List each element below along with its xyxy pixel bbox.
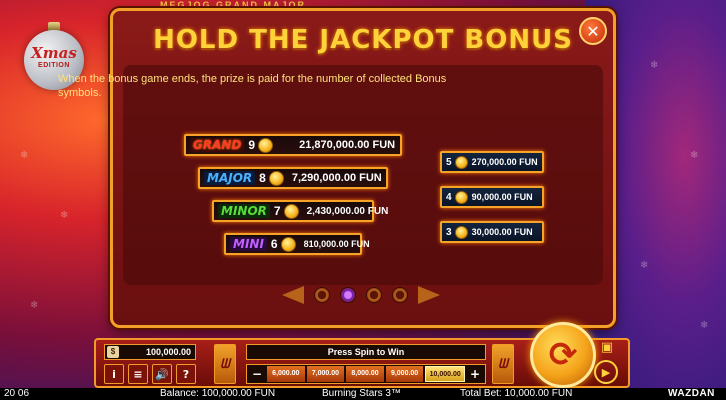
wallet-icon: $ bbox=[107, 346, 119, 358]
page-navigation bbox=[282, 286, 440, 304]
ornament-subtitle: EDITION bbox=[38, 62, 70, 69]
balance-display: $ 100,000.00 bbox=[104, 344, 196, 360]
spin-button[interactable]: ⟳ bbox=[530, 322, 596, 388]
jackpot-row-minor: MINOR 7 2,430,000.00 FUN bbox=[212, 200, 388, 222]
jackpot-value: 7,290,000.00 FUN bbox=[291, 172, 382, 184]
jackpot-count: 7 bbox=[273, 204, 281, 218]
snowflake-icon: ❄ bbox=[60, 210, 69, 221]
jackpot-value: 21,870,000.00 FUN bbox=[299, 139, 396, 151]
snowflake-icon: ❄ bbox=[650, 60, 659, 71]
play-icon: ▶ bbox=[601, 365, 611, 379]
bet-option[interactable]: 9,000.00 bbox=[385, 366, 424, 382]
prize-row-4: 4 90,000.00 FUN bbox=[440, 186, 544, 208]
prize-value: 270,000.00 FUN bbox=[471, 157, 538, 167]
page-dot-active[interactable] bbox=[340, 287, 356, 303]
snowflake-icon: ❄ bbox=[30, 300, 39, 311]
jackpot-value: 2,430,000.00 FUN bbox=[306, 205, 389, 217]
snowflake-icon: ❄ bbox=[690, 150, 699, 161]
prize-count: 5 bbox=[446, 156, 452, 168]
wazdan-logo: WAZDAN bbox=[668, 388, 715, 399]
footer-total-bet: Total Bet: 10,000.00 FUN bbox=[460, 388, 573, 399]
jackpot-count: 6 bbox=[270, 237, 278, 251]
help-button[interactable]: ? bbox=[176, 364, 196, 384]
jackpot-row-mini: MINI 6 810,000.00 FUN bbox=[224, 233, 370, 255]
bet-option[interactable]: 8,000.00 bbox=[346, 366, 384, 382]
bet-option[interactable]: 6,000.00 bbox=[267, 366, 305, 382]
prev-page-arrow-icon[interactable] bbox=[282, 286, 304, 304]
menu-button[interactable]: ≡ bbox=[128, 364, 148, 384]
coin-icon bbox=[280, 236, 296, 252]
game-name: Burning Stars 3™ bbox=[322, 388, 401, 399]
bet-minus-button[interactable]: − bbox=[249, 366, 265, 382]
jackpot-count: 9 bbox=[248, 138, 256, 152]
page-dot[interactable] bbox=[392, 287, 408, 303]
close-icon: ✕ bbox=[586, 21, 600, 41]
panel-title: HOLD THE JACKPOT BONUS bbox=[153, 25, 573, 55]
jackpot-row-grand: GRAND 9 21,870,000.00 FUN bbox=[184, 134, 402, 156]
wing-left-icon: ᗯ bbox=[220, 356, 230, 372]
jackpot-label: GRAND bbox=[190, 138, 245, 152]
coin-icon bbox=[454, 190, 468, 204]
prize-value: 90,000.00 FUN bbox=[471, 192, 533, 202]
speaker-icon: 🔊 bbox=[155, 367, 169, 381]
prize-row-5: 5 270,000.00 FUN bbox=[440, 151, 544, 173]
ornament-title: Xmas bbox=[31, 44, 77, 62]
bet-decrease-wing-button[interactable]: ᗯ bbox=[214, 344, 236, 384]
snowflake-icon: ❄ bbox=[640, 260, 649, 271]
bet-option[interactable]: 7,000.00 bbox=[306, 366, 345, 382]
next-page-arrow-icon[interactable] bbox=[418, 286, 440, 304]
close-button[interactable]: ✕ bbox=[579, 17, 607, 45]
snowflake-icon: ❄ bbox=[700, 320, 709, 331]
jackpot-label: MINI bbox=[230, 237, 267, 251]
page-dot[interactable] bbox=[314, 287, 330, 303]
prize-value: 30,000.00 FUN bbox=[471, 227, 533, 237]
prize-row-3: 3 30,000.00 FUN bbox=[440, 221, 544, 243]
jackpot-count: 8 bbox=[259, 171, 266, 185]
prize-count: 3 bbox=[446, 226, 452, 238]
menu-icon: ≡ bbox=[133, 367, 143, 381]
footer-balance: Balance: 100,000.00 FUN bbox=[160, 388, 276, 399]
jackpot-value: 810,000.00 FUN bbox=[303, 239, 370, 249]
status-footer: 20 06 Balance: 100,000.00 FUN Burning St… bbox=[0, 388, 726, 400]
bet-plus-button[interactable]: + bbox=[467, 366, 483, 382]
wing-right-icon: ᗯ bbox=[498, 356, 508, 372]
sound-button[interactable]: 🔊 bbox=[152, 364, 172, 384]
bonus-description: When the bonus game ends, the prize is p… bbox=[58, 73, 447, 99]
snowflake-icon: ❄ bbox=[20, 150, 29, 161]
coin-icon bbox=[454, 155, 468, 169]
bet-option-selected[interactable]: 10,000.00 bbox=[425, 366, 465, 382]
balance-amount: 100,000.00 bbox=[145, 347, 191, 357]
autoplay-button[interactable]: ▣ bbox=[596, 340, 618, 358]
clock: 20 06 bbox=[4, 388, 30, 399]
info-icon: i bbox=[112, 367, 116, 381]
jackpot-label: MAJOR bbox=[204, 171, 256, 185]
autoplay-icon: ▣ bbox=[600, 340, 614, 355]
help-icon: ? bbox=[182, 367, 190, 381]
info-button[interactable]: i bbox=[104, 364, 124, 384]
jackpot-label: MINOR bbox=[218, 204, 270, 218]
coin-icon bbox=[454, 225, 468, 239]
coin-icon bbox=[258, 137, 274, 153]
spin-arrows-icon: ⟳ bbox=[548, 335, 578, 375]
bet-selector: − 6,000.00 7,000.00 8,000.00 9,000.00 10… bbox=[246, 364, 486, 384]
bet-increase-wing-button[interactable]: ᗯ bbox=[492, 344, 514, 384]
prize-count: 4 bbox=[446, 191, 452, 203]
status-message: Press Spin to Win bbox=[246, 344, 486, 360]
coin-icon bbox=[268, 170, 284, 186]
coin-icon bbox=[283, 203, 299, 219]
page-dot[interactable] bbox=[366, 287, 382, 303]
turbo-button[interactable]: ▶ bbox=[594, 360, 618, 384]
jackpot-row-major: MAJOR 8 7,290,000.00 FUN bbox=[198, 167, 388, 189]
